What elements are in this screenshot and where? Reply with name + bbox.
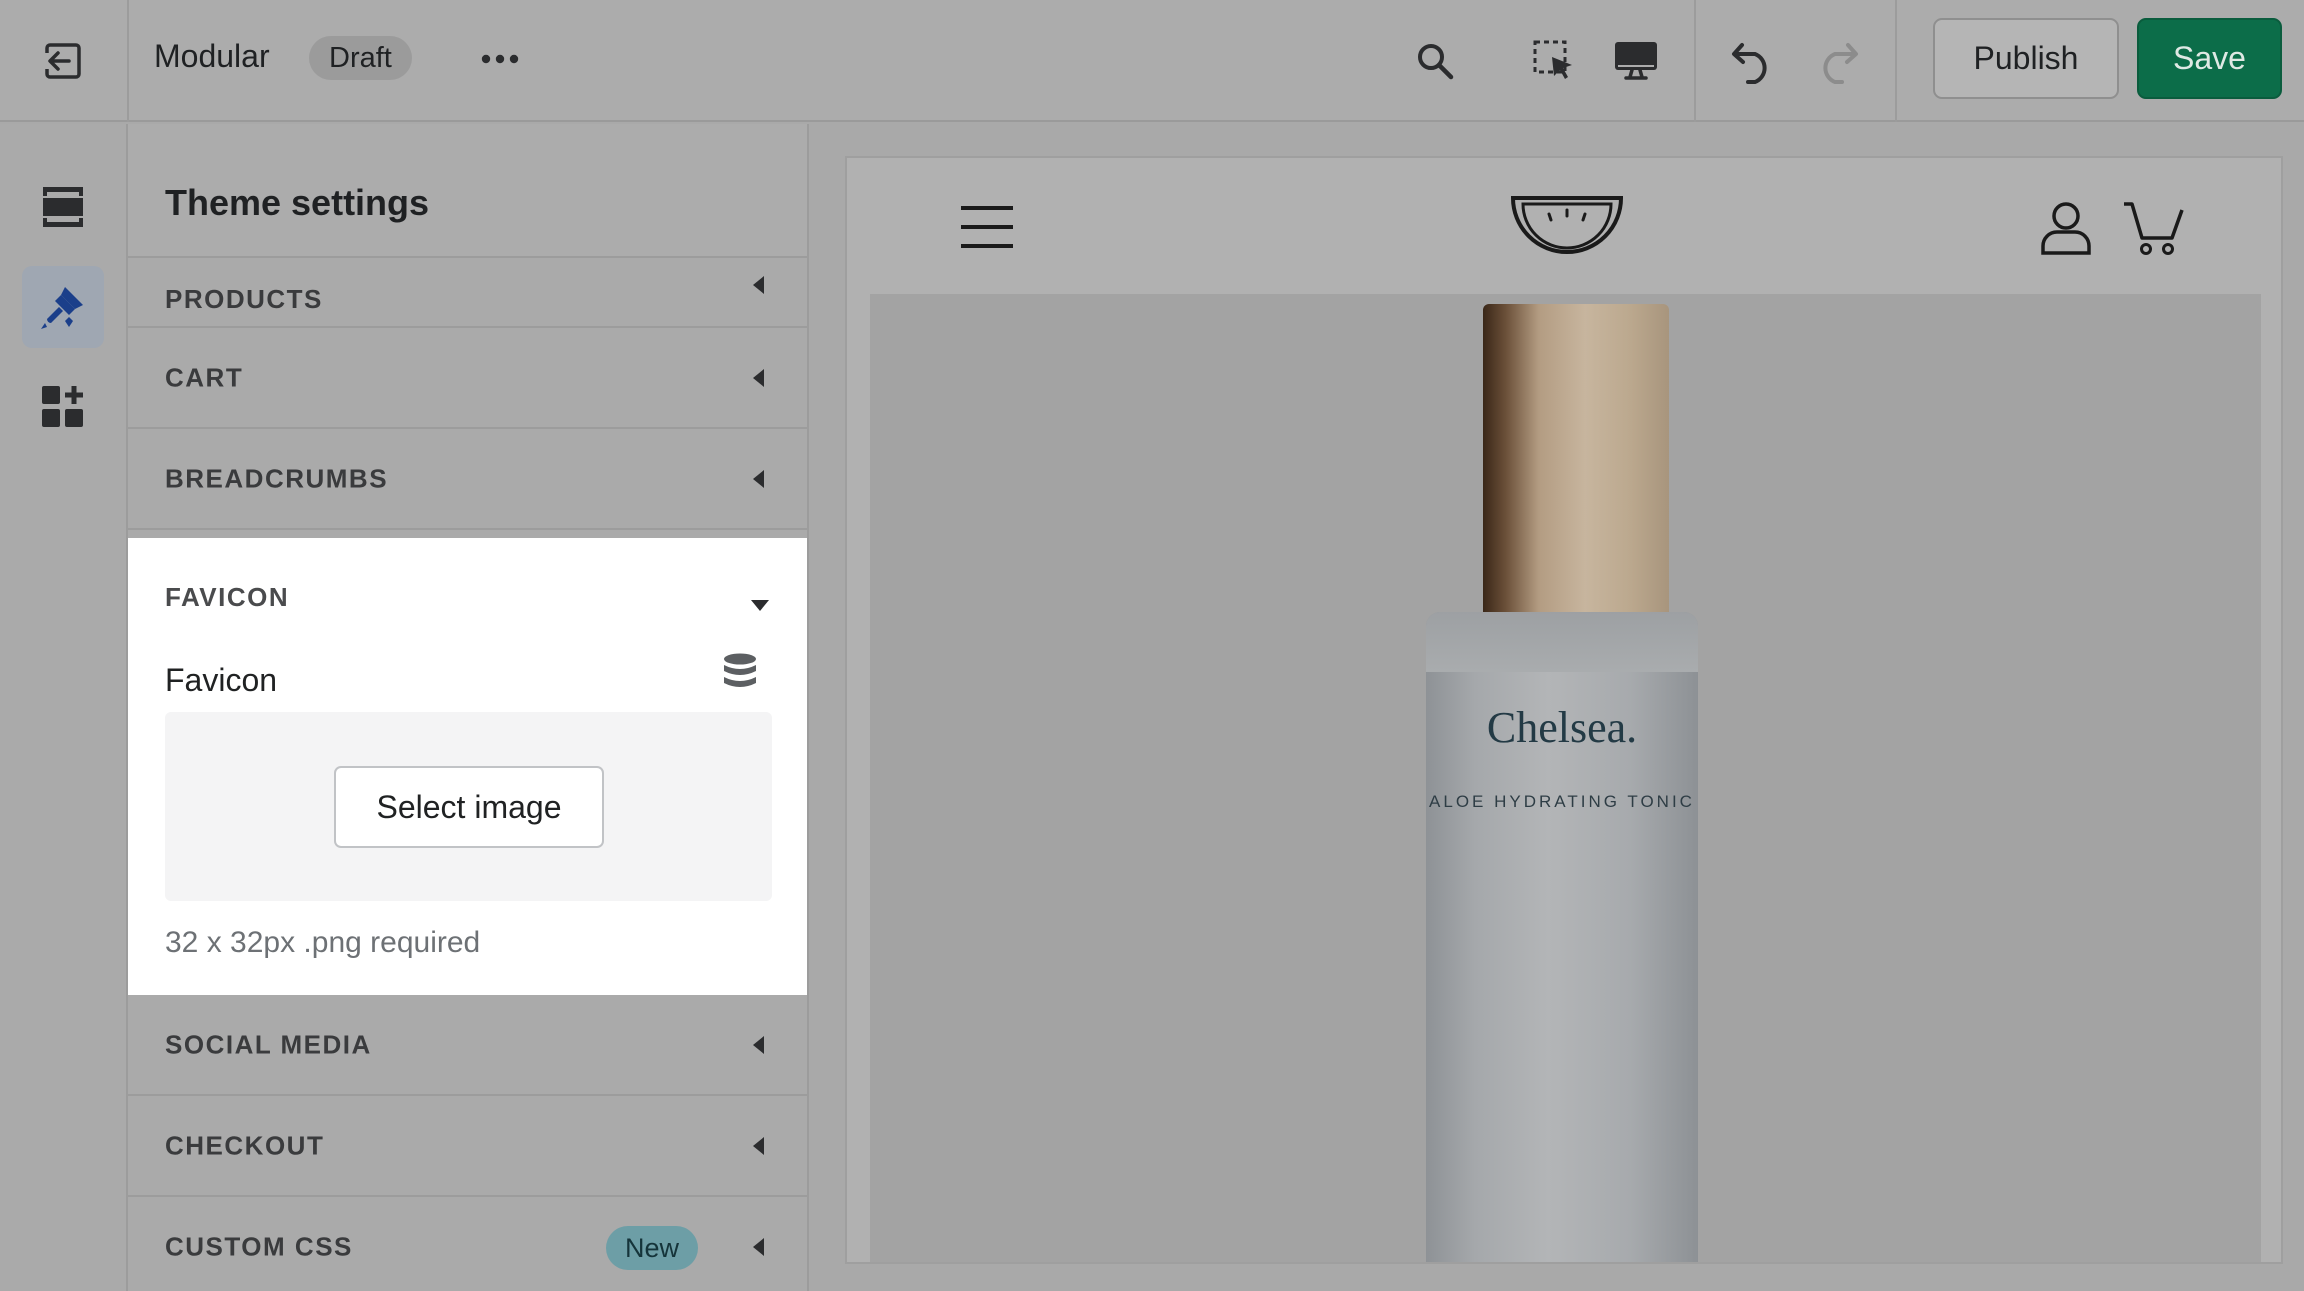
undo-button[interactable]: [1722, 30, 1784, 92]
theme-settings-panel: Theme settings PRODUCTS CART BREADCRUMBS…: [128, 124, 809, 1291]
publish-button[interactable]: Publish: [1933, 18, 2119, 99]
section-favicon: FAVICON Favicon Select image 32 x 32px .…: [128, 538, 807, 995]
search-icon: [1418, 44, 1454, 80]
search-button[interactable]: [1404, 30, 1466, 92]
inspector-button[interactable]: [1523, 30, 1585, 92]
database-icon: [724, 653, 756, 687]
section-social-media[interactable]: SOCIAL MEDIA: [128, 995, 807, 1096]
panel-header: Theme settings: [128, 124, 807, 258]
storefront-preview[interactable]: Chelsea. ALOE HYDRATING TONIC: [845, 156, 2283, 1264]
chevron-left-icon: [753, 1237, 764, 1256]
device-preview-button[interactable]: [1605, 30, 1667, 92]
exit-icon: [43, 43, 81, 79]
paintbrush-icon: [41, 287, 83, 329]
cart-icon[interactable]: [2122, 200, 2184, 256]
rail-theme-settings-button[interactable]: [22, 266, 104, 348]
section-label: BREADCRUMBS: [165, 463, 389, 493]
panel-title: Theme settings: [165, 182, 430, 223]
desktop-icon: [1615, 42, 1657, 80]
select-image-button[interactable]: Select image: [334, 766, 604, 848]
sections-icon: [43, 187, 83, 227]
section-label: CUSTOM CSS: [165, 1231, 353, 1261]
rail-sections-button[interactable]: [22, 166, 104, 248]
topbar-divider: [1694, 0, 1696, 122]
new-badge: New: [606, 1226, 699, 1270]
theme-name: Modular: [154, 38, 270, 74]
chevron-down-icon[interactable]: [751, 600, 769, 611]
rail-apps-button[interactable]: [22, 366, 104, 448]
dynamic-source-button[interactable]: [718, 650, 762, 694]
chevron-left-icon: [753, 368, 764, 387]
bottle-brand-text: Chelsea.: [1486, 703, 1638, 752]
section-label: SOCIAL MEDIA: [165, 1029, 372, 1059]
section-label[interactable]: FAVICON: [165, 582, 289, 613]
undo-icon: [1732, 43, 1767, 84]
save-button[interactable]: Save: [2137, 18, 2282, 99]
select-cursor-icon: [1533, 40, 1572, 79]
redo-icon: [1823, 43, 1858, 84]
apps-add-icon: [42, 386, 83, 427]
topbar-divider: [127, 0, 129, 122]
favicon-field-label: Favicon: [165, 662, 278, 698]
left-rail: [0, 124, 128, 1291]
image-picker: Select image: [165, 712, 772, 901]
favicon-help-text: 32 x 32px .png required: [165, 926, 481, 959]
redo-button[interactable]: [1806, 30, 1868, 92]
menu-icon[interactable]: [959, 204, 1015, 250]
bottle-product-text: ALOE HYDRATING TONIC: [1429, 792, 1695, 811]
section-checkout[interactable]: CHECKOUT: [128, 1096, 807, 1197]
account-icon[interactable]: [2040, 200, 2092, 256]
more-icon: [481, 54, 519, 64]
section-custom-css[interactable]: CUSTOM CSS New: [128, 1197, 807, 1291]
chevron-left-icon: [753, 276, 764, 294]
section-cart[interactable]: CART: [128, 328, 807, 429]
chevron-left-icon: [753, 1035, 764, 1054]
topbar-divider: [1895, 0, 1897, 122]
more-actions-button[interactable]: [470, 34, 530, 84]
chevron-left-icon: [753, 1136, 764, 1155]
section-label: PRODUCTS: [165, 284, 323, 314]
bottle-shoulder: [1426, 612, 1698, 672]
section-breadcrumbs[interactable]: BREADCRUMBS: [128, 429, 807, 530]
section-products[interactable]: PRODUCTS: [128, 258, 807, 328]
section-label: CART: [165, 362, 244, 392]
status-badge: Draft: [309, 36, 412, 80]
exit-button[interactable]: [30, 30, 96, 92]
hero-image: Chelsea. ALOE HYDRATING TONIC: [870, 294, 2261, 1262]
chevron-left-icon: [753, 469, 764, 488]
watermelon-logo-icon[interactable]: [1507, 188, 1627, 268]
section-label: CHECKOUT: [165, 1130, 325, 1160]
top-bar: Modular Draft Publish Save: [0, 0, 2304, 122]
bottle-cap: [1483, 304, 1669, 614]
